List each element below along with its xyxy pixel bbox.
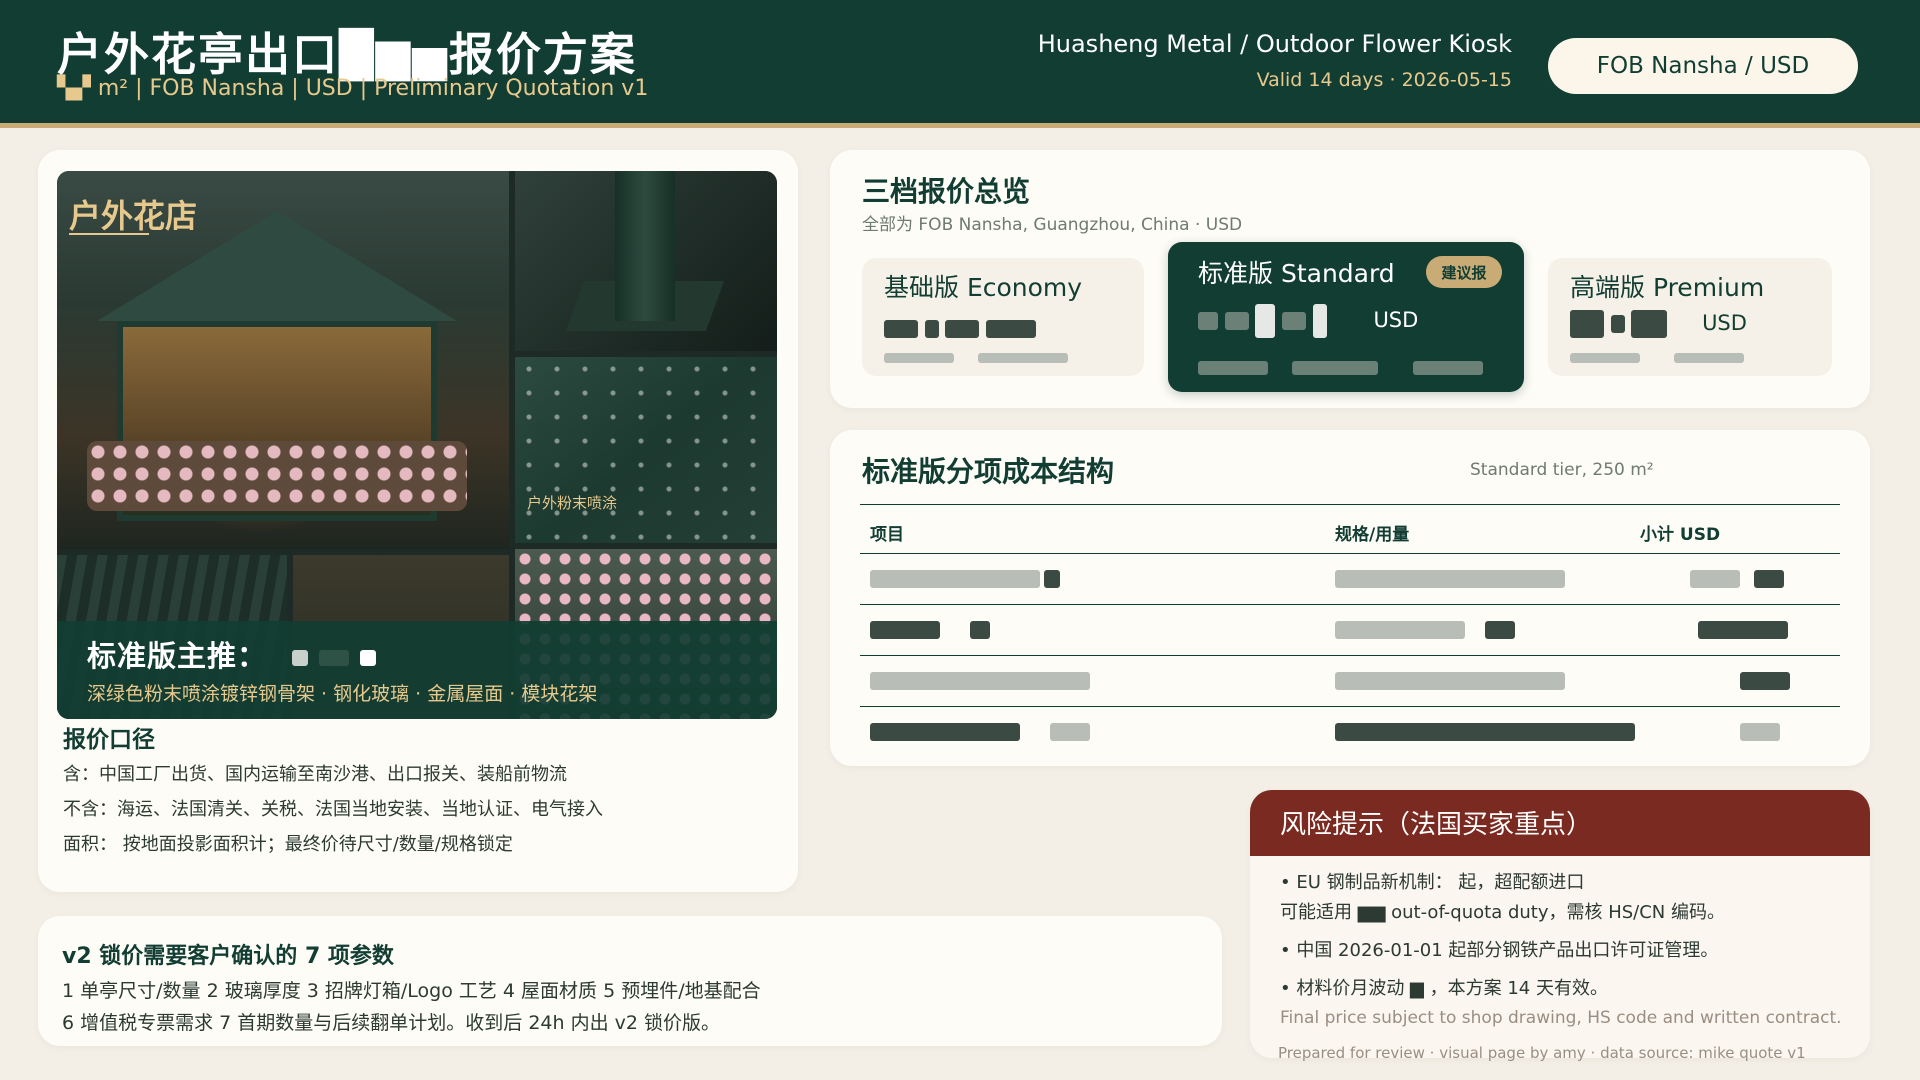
overview-subtitle: 全部为 FOB Nansha, Guangzhou, China · USD (862, 215, 1243, 235)
overview-title: 三档报价总览 (862, 175, 1031, 208)
cost-title: 标准版分项成本结构 (862, 455, 1115, 488)
recommendation-overlay: 标准版主推： 深绿色粉末喷涂镀锌钢骨架 · 钢化玻璃 · 金属屋面 · 模块花架 (57, 621, 777, 719)
risk-header: 风险提示（法国买家重点） (1250, 790, 1870, 856)
scope-excluded: 不含：海运、法国清关、关税、法国当地安装、当地认证、电气接入 (63, 799, 603, 820)
tier-standard-note (1198, 360, 1483, 376)
tier-premium-note (1570, 350, 1745, 366)
kiosk-main-image: 户外花店 (57, 171, 509, 549)
tier-standard-price: USD (1198, 304, 1418, 338)
tier-economy-price (884, 316, 1037, 340)
tier-premium-price: USD (1570, 310, 1747, 338)
post-detail-image (515, 171, 777, 351)
risk-item-price: • 材料价月波动 ▆ ，本方案 14 天有效。 (1280, 978, 1608, 999)
lock-params-line1: 1 单亭尺寸/数量 2 玻璃厚度 3 招牌灯箱/Logo 工艺 4 屋面材质 5… (62, 980, 761, 1002)
cost-note: Standard tier, 250 m² (1470, 460, 1654, 480)
col-spec-header: 规格/用量 (1335, 525, 1410, 545)
risk-disclaimer: Final price subject to shop drawing, HS … (1280, 1008, 1842, 1028)
tier-overview-card: 三档报价总览 全部为 FOB Nansha, Guangzhou, China … (830, 150, 1870, 408)
lock-title: v2 锁价需要客户确认的 7 项参数 (62, 944, 394, 969)
table-row (860, 605, 1840, 656)
risk-title: 风险提示（法国买家重点） (1280, 810, 1593, 840)
label-underline (69, 233, 149, 235)
tier-standard: 标准版 Standard 建议报 USD (1168, 242, 1524, 392)
scope-title: 报价口径 (63, 727, 155, 753)
product-gallery: 户外花店 户外粉末喷涂 标准版主推： 深绿色粉末喷涂镀锌钢骨架 · 钢化玻璃 ·… (57, 171, 777, 719)
page-footer: Prepared for review · visual page by amy… (1278, 1044, 1806, 1062)
col-subtotal-header: 小计 USD (1640, 525, 1721, 545)
table-header-row: 项目 规格/用量 小计 USD (860, 504, 1840, 554)
risk-item-eu-duty: 可能适用 ▆▆ out-of-quota duty，需核 HS/CN 编码。 (1280, 902, 1725, 923)
validity-info: Valid 14 days · 2026-05-15 (1256, 69, 1512, 91)
risk-item-eu: • EU 钢制品新机制： 起，超配额进口 (1280, 872, 1585, 893)
table-row (860, 707, 1840, 758)
tier-economy-note (884, 350, 1069, 366)
overlay-subtitle: 深绿色粉末喷涂镀锌钢骨架 · 钢化玻璃 · 金属屋面 · 模块花架 (87, 683, 598, 705)
tier-economy-name: 基础版 Economy (884, 273, 1083, 302)
water-drops (515, 357, 777, 543)
cost-table: 项目 规格/用量 小计 USD (860, 504, 1840, 758)
risk-card: 风险提示（法国买家重点） • EU 钢制品新机制： 起，超配额进口 可能适用 ▆… (1250, 790, 1870, 1058)
tier-economy: 基础版 Economy (862, 258, 1144, 376)
company-name: Huasheng Metal / Outdoor Flower Kiosk (1037, 30, 1512, 58)
table-row (860, 554, 1840, 605)
powder-coat-image: 户外粉末喷涂 (515, 357, 777, 543)
table-row (860, 656, 1840, 707)
lock-params-card: v2 锁价需要客户确认的 7 项参数 1 单亭尺寸/数量 2 玻璃厚度 3 招牌… (38, 916, 1222, 1046)
recommended-badge: 建议报 (1426, 256, 1502, 288)
scope-area: 面积： 按地面投影面积计；最终价待尺寸/数量/规格锁定 (63, 834, 513, 855)
tier-premium-name: 高端版 Premium (1570, 273, 1765, 302)
product-card: 户外花店 户外粉末喷涂 标准版主推： 深绿色粉末喷涂镀锌钢骨架 · 钢化玻璃 ·… (38, 150, 798, 892)
fob-badge: FOB Nansha / USD (1548, 38, 1858, 94)
page-header: 户外花亭出口█▆▅报价方案 ▚▞ m² | FOB Nansha | USD |… (0, 0, 1920, 128)
risk-item-license: • 中国 2026-01-01 起部分钢铁产品出口许可证管理。 (1280, 940, 1719, 961)
lock-params-line2: 6 增值税专票需求 7 首期数量与后续翻单计划。收到后 24h 内出 v2 锁价… (62, 1012, 721, 1034)
tier-premium: 高端版 Premium USD (1548, 258, 1832, 376)
page-title: 户外花亭出口█▆▅报价方案 (57, 28, 637, 81)
cost-structure-card: 标准版分项成本结构 Standard tier, 250 m² 项目 规格/用量… (830, 430, 1870, 766)
page-subtitle: ▚▞ m² | FOB Nansha | USD | Preliminary Q… (57, 76, 649, 101)
scope-included: 含：中国工厂出货、国内运输至南沙港、出口报关、装船前物流 (63, 764, 567, 785)
kiosk-flowers-shape (87, 441, 467, 511)
powder-coat-label: 户外粉末喷涂 (527, 494, 618, 512)
col-item-header: 项目 (870, 525, 904, 545)
post-shape (615, 171, 675, 321)
main-image-label: 户外花店 (69, 197, 198, 235)
overlay-title: 标准版主推： (87, 633, 377, 675)
tier-standard-name: 标准版 Standard (1198, 259, 1395, 288)
